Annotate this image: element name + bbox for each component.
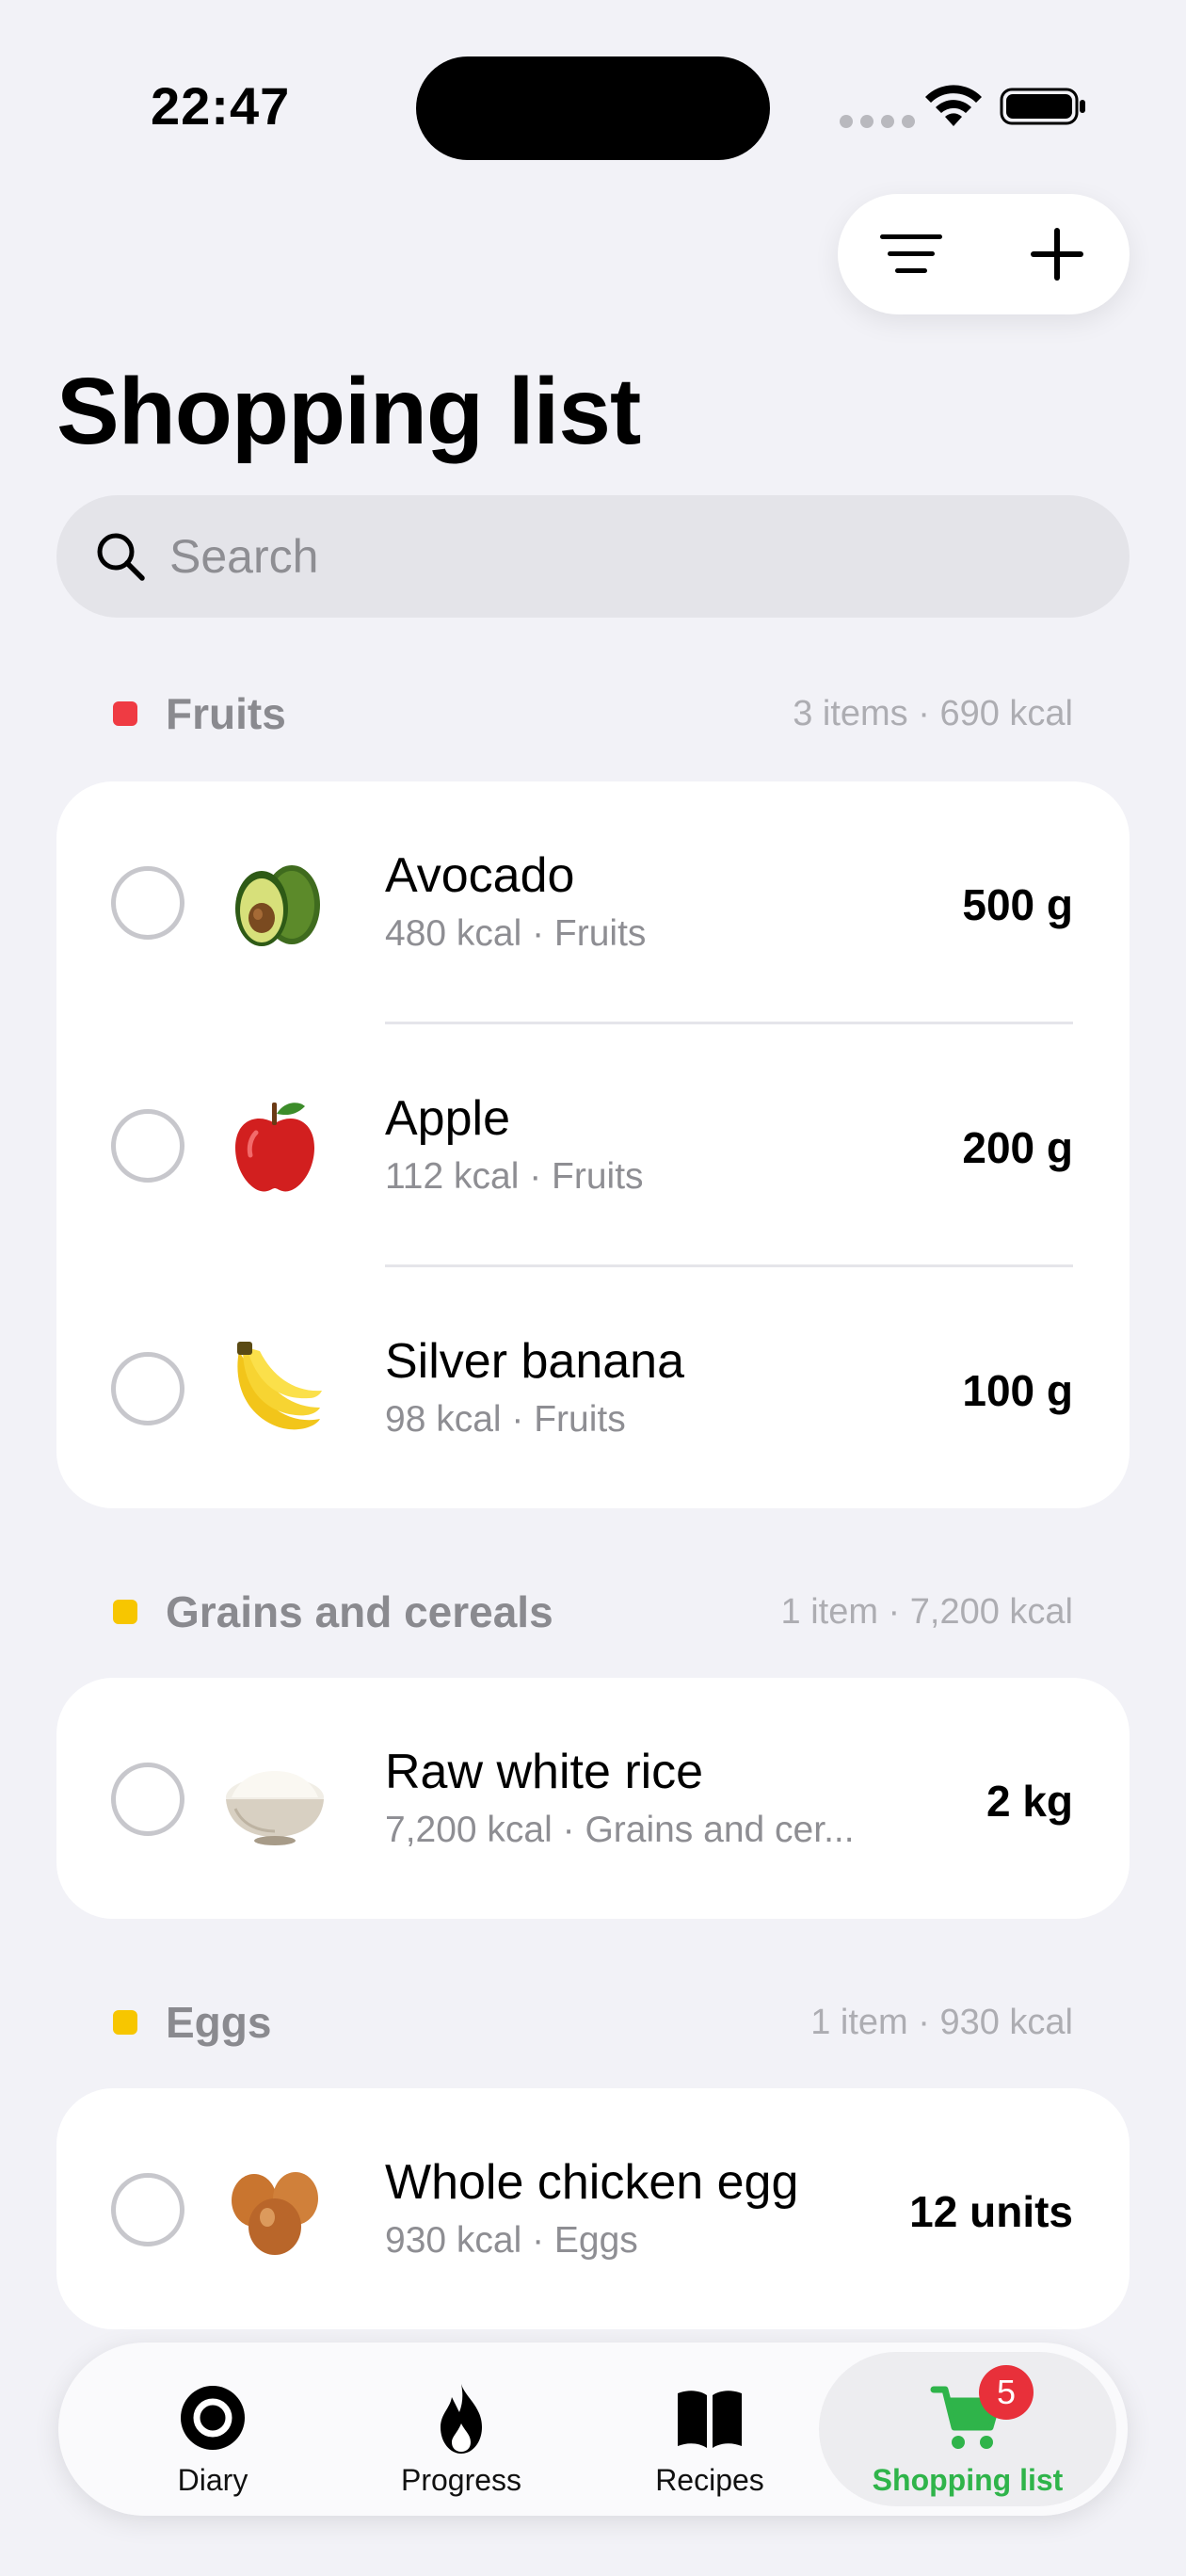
status-time: 22:47 (151, 76, 291, 136)
category-color-dot (113, 1600, 137, 1624)
tab-progress[interactable]: Progress (367, 2352, 555, 2506)
cart-count-badge: 5 (979, 2365, 1034, 2420)
item-name: Avocado (385, 848, 575, 903)
section-card-grains: Raw white rice 7,200 kcal · Grains and c… (56, 1678, 1130, 1919)
item-checkbox[interactable] (111, 866, 184, 940)
list-item[interactable]: Whole chicken egg 930 kcal · Eggs 12 uni… (56, 2088, 1130, 2329)
item-quantity: 500 g (962, 880, 1073, 929)
item-name: Silver banana (385, 1334, 684, 1389)
tab-recipes[interactable]: Recipes (616, 2352, 804, 2506)
add-button[interactable] (1015, 212, 1099, 297)
item-detail: 7,200 kcal · Grains and cer... (385, 1810, 855, 1850)
item-quantity: 12 units (909, 2187, 1073, 2236)
list-item[interactable]: Apple 112 kcal · Fruits 200 g (56, 1024, 1130, 1267)
section-card-fruits: Avocado 480 kcal · Fruits 500 g Apple 11… (56, 781, 1130, 1508)
section-title: Eggs (166, 1998, 272, 2047)
item-quantity: 200 g (962, 1123, 1073, 1172)
rice-bowl-icon (226, 1771, 324, 1845)
item-checkbox[interactable] (111, 2173, 184, 2246)
header-actions (838, 194, 1130, 314)
item-quantity: 100 g (962, 1366, 1073, 1415)
open-book-icon (678, 2391, 742, 2448)
item-detail: 930 kcal · Eggs (385, 2220, 638, 2261)
section-title: Grains and cereals (166, 1587, 553, 1636)
section-header-eggs: Eggs 1 item · 930 kcal (56, 1994, 1130, 2051)
list-item[interactable]: Silver banana 98 kcal · Fruits 100 g (56, 1267, 1130, 1508)
wifi-icon (925, 85, 982, 126)
item-checkbox[interactable] (111, 1763, 184, 1836)
item-checkbox[interactable] (111, 1352, 184, 1425)
avocado-icon (235, 865, 320, 946)
search-icon (97, 533, 145, 581)
search-input[interactable] (169, 529, 1017, 584)
filter-button[interactable] (869, 212, 954, 297)
section-summary: 3 items · 690 kcal (793, 693, 1073, 733)
flame-icon (441, 2384, 482, 2454)
section-title: Fruits (166, 689, 286, 738)
tab-diary[interactable]: Diary (119, 2352, 307, 2506)
tab-label: Diary (177, 2463, 248, 2497)
plus-icon (1030, 228, 1083, 281)
tab-label: Recipes (655, 2463, 764, 2497)
section-header-grains: Grains and cereals 1 item · 7,200 kcal (56, 1584, 1130, 1640)
section-summary: 1 item · 7,200 kcal (780, 1591, 1073, 1632)
item-name: Whole chicken egg (385, 2155, 799, 2210)
category-color-dot (113, 2010, 137, 2035)
tab-shopping-list[interactable]: Shopping list 5 (819, 2352, 1116, 2506)
section-card-eggs: Whole chicken egg 930 kcal · Eggs 12 uni… (56, 2088, 1130, 2329)
section-summary: 1 item · 930 kcal (810, 2002, 1073, 2042)
apple-icon (235, 1103, 314, 1192)
dynamic-island (416, 56, 770, 160)
item-name: Apple (385, 1091, 510, 1146)
list-item[interactable]: Raw white rice 7,200 kcal · Grains and c… (56, 1678, 1130, 1919)
item-quantity: 2 kg (986, 1777, 1073, 1826)
tab-label: Progress (400, 2463, 522, 2497)
eggs-icon (232, 2172, 318, 2255)
tab-bar: Diary Progress Recipes Shopping list 5 (58, 2343, 1128, 2516)
item-detail: 112 kcal · Fruits (385, 1156, 644, 1197)
search-bar[interactable] (56, 495, 1130, 618)
diary-ring-icon (181, 2386, 245, 2450)
category-color-dot (113, 701, 137, 726)
tab-label: Shopping list (872, 2463, 1064, 2497)
battery-icon (1000, 88, 1085, 125)
filter-lines-icon (879, 234, 942, 273)
cellular-signal-icon (840, 115, 915, 128)
item-detail: 480 kcal · Fruits (385, 913, 647, 954)
section-header-fruits: Fruits 3 items · 690 kcal (56, 685, 1130, 742)
list-item[interactable]: Avocado 480 kcal · Fruits 500 g (56, 781, 1130, 1024)
item-detail: 98 kcal · Fruits (385, 1399, 626, 1440)
item-name: Raw white rice (385, 1745, 704, 1799)
page-title: Shopping list (56, 359, 641, 464)
item-checkbox[interactable] (111, 1109, 184, 1183)
banana-icon (237, 1342, 322, 1430)
screen: 22:47 Shopping list Search Fruits 3 item… (0, 0, 1186, 2576)
